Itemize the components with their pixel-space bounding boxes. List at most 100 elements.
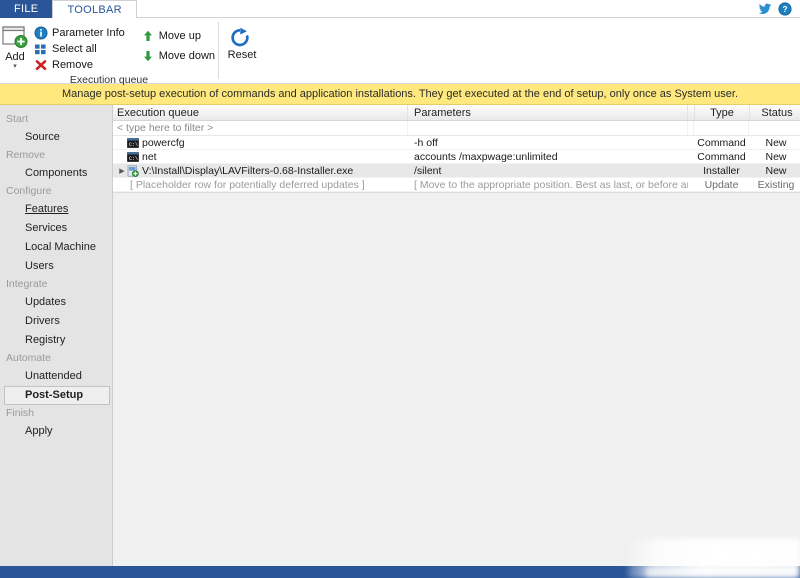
filter-input-type[interactable] — [694, 121, 749, 135]
filter-input-parameters[interactable] — [408, 121, 688, 135]
row-params-cell: [ Move to the appropriate position. Best… — [414, 178, 688, 191]
tab-file-label: FILE — [14, 3, 39, 15]
column-header-type[interactable]: Type — [695, 105, 750, 120]
row-type-cell: Update — [704, 178, 739, 191]
table-row[interactable]: ▶ V:\Install\Display\LAVFilters-0.68-Ins… — [113, 164, 800, 178]
table-row[interactable]: [ Placeholder row for potentially deferr… — [113, 178, 800, 192]
column-header-spacer — [688, 105, 695, 120]
grid-filter-row[interactable]: < type here to filter > — [113, 121, 800, 136]
move-down-button[interactable]: Move down — [139, 48, 221, 64]
sidebar-group-finish: Finish — [6, 407, 35, 419]
row-type-cell: Command — [697, 136, 746, 149]
installer-icon — [127, 164, 139, 177]
row-type-cell: Command — [697, 150, 746, 163]
reset-button-label: Reset — [227, 49, 257, 61]
row-params-cell: -h off — [414, 136, 438, 149]
row-status-cell: New — [765, 164, 787, 177]
svg-text:C:\: C:\ — [129, 156, 138, 162]
reset-button[interactable]: Reset — [227, 21, 257, 61]
column-header-parameters[interactable]: Parameters — [408, 105, 688, 120]
console-icon: C:\ — [127, 151, 139, 163]
sidebar-item-features[interactable]: Features — [4, 200, 110, 219]
row-name-cell: [ Placeholder row for potentially deferr… — [113, 178, 408, 192]
sidebar-item-local-machine[interactable]: Local Machine — [4, 238, 110, 257]
chevron-down-icon[interactable]: ▾ — [13, 63, 17, 70]
sidebar-item-drivers[interactable]: Drivers — [4, 312, 110, 331]
filter-input-status[interactable] — [749, 121, 800, 135]
content-area: Execution queue Parameters Type Status <… — [113, 105, 800, 566]
add-button-label: Add — [5, 51, 25, 63]
tab-toolbar-label: TOOLBAR — [67, 3, 122, 16]
sidebar-item-services[interactable]: Services — [4, 219, 110, 238]
sidebar-item-unattended[interactable]: Unattended — [4, 367, 110, 386]
ribbon-group-execution-queue: Add ▾ Parameter Info Select all Remove M… — [0, 18, 256, 86]
arrow-up-icon — [141, 29, 155, 43]
remove-label: Remove — [52, 59, 93, 71]
tab-toolbar[interactable]: TOOLBAR — [52, 0, 137, 18]
header-icon-group: ? — [758, 0, 800, 17]
sidebar-group-configure: Configure — [6, 185, 52, 197]
ribbon-command-column: Parameter Info Select all Remove — [30, 21, 137, 73]
ribbon-toolbar: Add ▾ Parameter Info Select all Remove M… — [0, 18, 800, 86]
main-body: Start Source Remove Components Configure… — [0, 105, 800, 566]
ribbon-move-column: Move up Move down — [137, 21, 227, 64]
row-name-cell: C:\ net — [113, 150, 408, 164]
ribbon-tabstrip: FILE TOOLBAR ? — [0, 0, 800, 18]
table-row[interactable]: C:\ net accounts /maxpwage:unlimited Com… — [113, 150, 800, 164]
ribbon-empty-area — [219, 18, 800, 83]
sidebar-item-post-setup[interactable]: Post-Setup — [4, 386, 110, 405]
row-name-text: powercfg — [142, 136, 185, 149]
sidebar-item-components[interactable]: Components — [4, 164, 110, 183]
status-bar — [0, 566, 800, 578]
refresh-icon — [227, 27, 257, 49]
select-all-label: Select all — [52, 43, 97, 55]
parameter-info-button[interactable]: Parameter Info — [32, 25, 131, 41]
remove-button[interactable]: Remove — [32, 57, 131, 73]
move-down-label: Move down — [158, 50, 216, 62]
help-icon[interactable]: ? — [778, 1, 792, 16]
row-type-cell: Installer — [703, 164, 740, 177]
filter-input-execution-queue[interactable]: < type here to filter > — [113, 121, 408, 135]
row-params-cell: /silent — [414, 164, 442, 177]
sidebar-group-automate: Automate — [6, 352, 51, 364]
ribbon-group-body: Add ▾ Parameter Info Select all Remove M… — [0, 18, 256, 73]
sidebar-item-registry[interactable]: Registry — [4, 331, 110, 350]
sidebar-navigation: Start Source Remove Components Configure… — [0, 105, 113, 566]
sidebar-item-users[interactable]: Users — [4, 257, 110, 276]
grid-empty-space — [113, 193, 800, 566]
info-icon — [34, 26, 48, 40]
sidebar-item-apply[interactable]: Apply — [4, 422, 110, 441]
sidebar-group-remove: Remove — [6, 149, 46, 161]
select-all-icon — [34, 42, 48, 56]
parameter-info-label: Parameter Info — [52, 27, 125, 39]
app-window: FILE TOOLBAR ? Add ▾ Parameter Info Sele… — [0, 0, 800, 578]
add-window-icon — [0, 25, 30, 51]
svg-text:C:\: C:\ — [129, 142, 138, 148]
row-name-text: net — [142, 150, 157, 163]
move-up-label: Move up — [158, 30, 201, 42]
sidebar-item-updates[interactable]: Updates — [4, 293, 110, 312]
sidebar-group-start: Start — [6, 113, 29, 125]
row-status-cell: New — [765, 150, 787, 163]
column-header-execution-queue[interactable]: Execution queue — [113, 105, 408, 120]
row-name-text: V:\Install\Display\LAVFilters-0.68-Insta… — [142, 164, 354, 177]
move-up-button[interactable]: Move up — [139, 28, 221, 44]
add-button[interactable]: Add ▾ — [0, 21, 30, 70]
column-header-status[interactable]: Status — [750, 105, 800, 120]
row-name-cell: C:\ powercfg — [113, 136, 408, 150]
row-name-text: [ Placeholder row for potentially deferr… — [130, 178, 365, 191]
expand-chevron-icon[interactable]: ▶ — [117, 167, 127, 175]
twitter-icon[interactable] — [758, 2, 772, 16]
row-name-cell: ▶ V:\Install\Display\LAVFilters-0.68-Ins… — [113, 164, 408, 178]
tab-file[interactable]: FILE — [0, 0, 53, 18]
row-params-cell: accounts /maxpwage:unlimited — [414, 150, 558, 163]
sidebar-item-source[interactable]: Source — [4, 128, 110, 147]
tabstrip-spacer — [136, 0, 758, 17]
table-row[interactable]: C:\ powercfg -h off Command New — [113, 136, 800, 150]
ribbon-group-label: Execution queue — [69, 74, 149, 86]
sidebar-group-integrate: Integrate — [6, 278, 48, 290]
svg-text:?: ? — [782, 4, 787, 14]
select-all-button[interactable]: Select all — [32, 41, 131, 57]
row-status-cell: Existing — [757, 178, 795, 191]
